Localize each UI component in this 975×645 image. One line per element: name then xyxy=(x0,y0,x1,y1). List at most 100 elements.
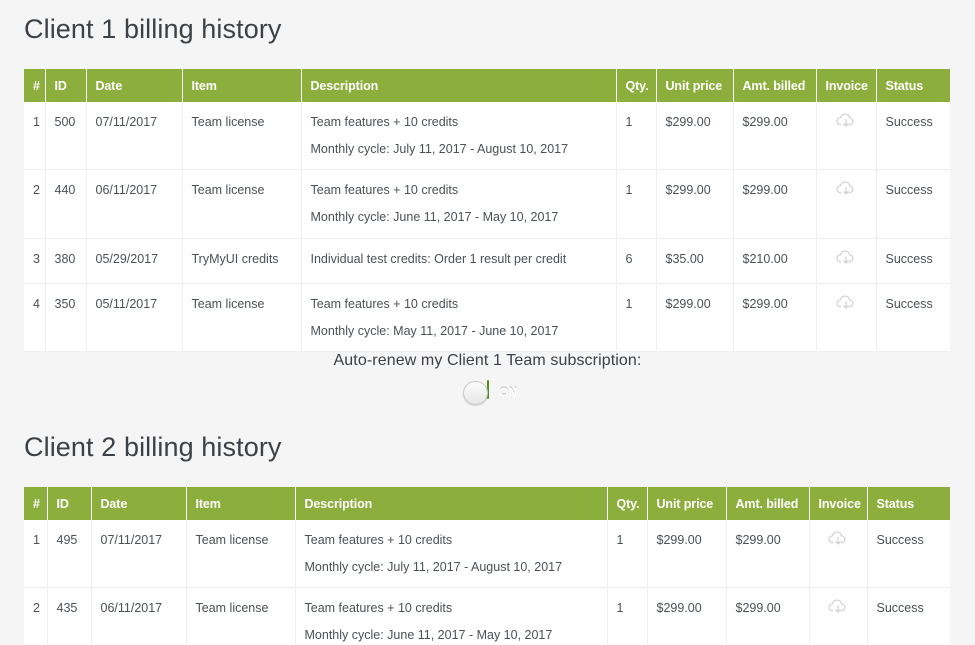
column-header-invoice[interactable]: Invoice xyxy=(816,69,877,102)
cell-status: Success xyxy=(867,520,950,589)
column-header-id[interactable]: ID xyxy=(45,69,87,102)
cell-unit-price: $299.00 xyxy=(656,169,734,239)
cell-id: 435 xyxy=(47,587,92,645)
column-header-invoice[interactable]: Invoice xyxy=(809,487,868,520)
table-row: 3 380 05/29/2017 TryMyUI credits Individ… xyxy=(24,238,950,285)
cell-unit-price: $299.00 xyxy=(656,283,734,353)
cell-item: Team license xyxy=(182,102,302,171)
cell-invoice xyxy=(816,102,877,171)
column-header-unit-price[interactable]: Unit price xyxy=(656,69,734,102)
column-header-status[interactable]: Status xyxy=(867,487,950,520)
cell-qty: 6 xyxy=(616,238,657,285)
cell-date: 05/11/2017 xyxy=(86,283,183,353)
cell-date: 06/11/2017 xyxy=(91,587,187,645)
cell-amt-billed: $299.00 xyxy=(733,102,817,171)
cell-qty: 1 xyxy=(616,283,657,353)
toggle-knob[interactable] xyxy=(462,381,488,405)
billing-table-client-2: # ID Date Item Description Qty. Unit pri… xyxy=(24,487,950,645)
table-header-row: # ID Date Item Description Qty. Unit pri… xyxy=(24,69,950,102)
description-line-cycle: Monthly cycle: July 11, 2017 - August 10… xyxy=(310,141,569,156)
cell-description: Team features + 10 credits Monthly cycle… xyxy=(295,520,608,589)
cloud-download-icon[interactable] xyxy=(827,598,849,616)
column-header-item[interactable]: Item xyxy=(186,487,296,520)
column-header-status[interactable]: Status xyxy=(876,69,950,102)
table-row: 2 435 06/11/2017 Team license Team featu… xyxy=(24,587,950,645)
cell-qty: 1 xyxy=(607,587,648,645)
cell-amt-billed: $210.00 xyxy=(733,238,817,285)
column-header-number[interactable]: # xyxy=(24,69,46,102)
description-line-primary: Individual test credits: Order 1 result … xyxy=(310,251,567,266)
description-line-primary: Team features + 10 credits xyxy=(310,183,459,198)
cell-amt-billed: $299.00 xyxy=(726,520,810,589)
auto-renew-label: Auto-renew my Client 1 Team subscription… xyxy=(333,352,642,369)
cell-amt-billed: $299.00 xyxy=(733,283,817,353)
cell-number: 1 xyxy=(24,520,48,589)
cell-qty: 1 xyxy=(616,102,657,171)
billing-table-client-1: # ID Date Item Description Qty. Unit pri… xyxy=(24,69,950,353)
cell-invoice xyxy=(816,283,877,353)
auto-renew-toggle-wrap: ON xyxy=(452,380,524,407)
cell-status: Success xyxy=(876,283,950,353)
cell-id: 500 xyxy=(45,102,87,171)
cell-invoice xyxy=(816,238,877,285)
page-title-client-2: Client 2 billing history xyxy=(24,432,282,462)
table-row: 1 500 07/11/2017 Team license Team featu… xyxy=(24,102,950,171)
cell-date: 06/11/2017 xyxy=(86,169,183,239)
description-line-cycle: Monthly cycle: June 11, 2017 - May 10, 2… xyxy=(304,627,553,642)
cell-item: Team license xyxy=(182,283,302,353)
description-line-primary: Team features + 10 credits xyxy=(310,115,459,129)
column-header-qty[interactable]: Qty. xyxy=(616,69,657,102)
cloud-download-icon[interactable] xyxy=(835,249,857,267)
column-header-item[interactable]: Item xyxy=(182,69,302,102)
cell-item: Team license xyxy=(186,587,296,645)
cell-date: 07/11/2017 xyxy=(86,102,183,171)
cell-unit-price: $299.00 xyxy=(647,587,727,645)
description-line-primary: Team features + 10 credits xyxy=(304,601,453,616)
cell-status: Success xyxy=(876,169,950,239)
cell-item: TryMyUI credits xyxy=(182,238,302,285)
table-row: 4 350 05/11/2017 Team license Team featu… xyxy=(24,283,950,353)
cell-invoice xyxy=(809,520,868,589)
cloud-download-icon[interactable] xyxy=(835,180,857,198)
column-header-date[interactable]: Date xyxy=(86,69,183,102)
cell-status: Success xyxy=(876,102,950,171)
cloud-download-icon[interactable] xyxy=(835,112,857,130)
column-header-unit-price[interactable]: Unit price xyxy=(647,487,727,520)
description-line-primary: Team features + 10 credits xyxy=(304,533,453,547)
column-header-amt-billed[interactable]: Amt. billed xyxy=(733,69,817,102)
column-header-id[interactable]: ID xyxy=(47,487,92,520)
cell-item: Team license xyxy=(182,169,302,239)
page-title-client-1: Client 1 billing history xyxy=(24,14,282,44)
cell-qty: 1 xyxy=(616,169,657,239)
table-header-row: # ID Date Item Description Qty. Unit pri… xyxy=(24,487,950,520)
column-header-description[interactable]: Description xyxy=(301,69,617,102)
cell-amt-billed: $299.00 xyxy=(733,169,817,239)
cell-date: 07/11/2017 xyxy=(91,520,187,589)
description-line-cycle: Monthly cycle: June 11, 2017 - May 10, 2… xyxy=(310,209,559,224)
cell-id: 495 xyxy=(47,520,92,589)
cell-description: Individual test credits: Order 1 result … xyxy=(301,238,617,285)
column-header-qty[interactable]: Qty. xyxy=(607,487,648,520)
auto-renew-section: Auto-renew my Client 1 Team subscription… xyxy=(0,352,975,407)
description-line-primary: Team features + 10 credits xyxy=(310,297,459,312)
cell-number: 2 xyxy=(24,587,48,645)
cell-invoice xyxy=(809,587,868,645)
table-row: 1 495 07/11/2017 Team license Team featu… xyxy=(24,520,950,589)
cell-number: 1 xyxy=(24,102,46,171)
column-header-date[interactable]: Date xyxy=(91,487,187,520)
cell-unit-price: $35.00 xyxy=(656,238,734,285)
cloud-download-icon[interactable] xyxy=(835,294,857,312)
description-line-cycle: Monthly cycle: July 11, 2017 - August 10… xyxy=(304,559,563,574)
cell-description: Team features + 10 credits Monthly cycle… xyxy=(301,102,617,171)
cell-status: Success xyxy=(876,238,950,285)
column-header-number[interactable]: # xyxy=(24,487,48,520)
cell-description: Team features + 10 credits Monthly cycle… xyxy=(301,283,617,353)
cell-unit-price: $299.00 xyxy=(647,520,727,589)
auto-renew-toggle[interactable]: ON xyxy=(462,380,517,405)
cell-description: Team features + 10 credits Monthly cycle… xyxy=(301,169,617,239)
column-header-description[interactable]: Description xyxy=(295,487,608,520)
cell-status: Success xyxy=(867,587,950,645)
cell-number: 2 xyxy=(24,169,46,239)
cloud-download-icon[interactable] xyxy=(827,530,849,548)
column-header-amt-billed[interactable]: Amt. billed xyxy=(726,487,810,520)
